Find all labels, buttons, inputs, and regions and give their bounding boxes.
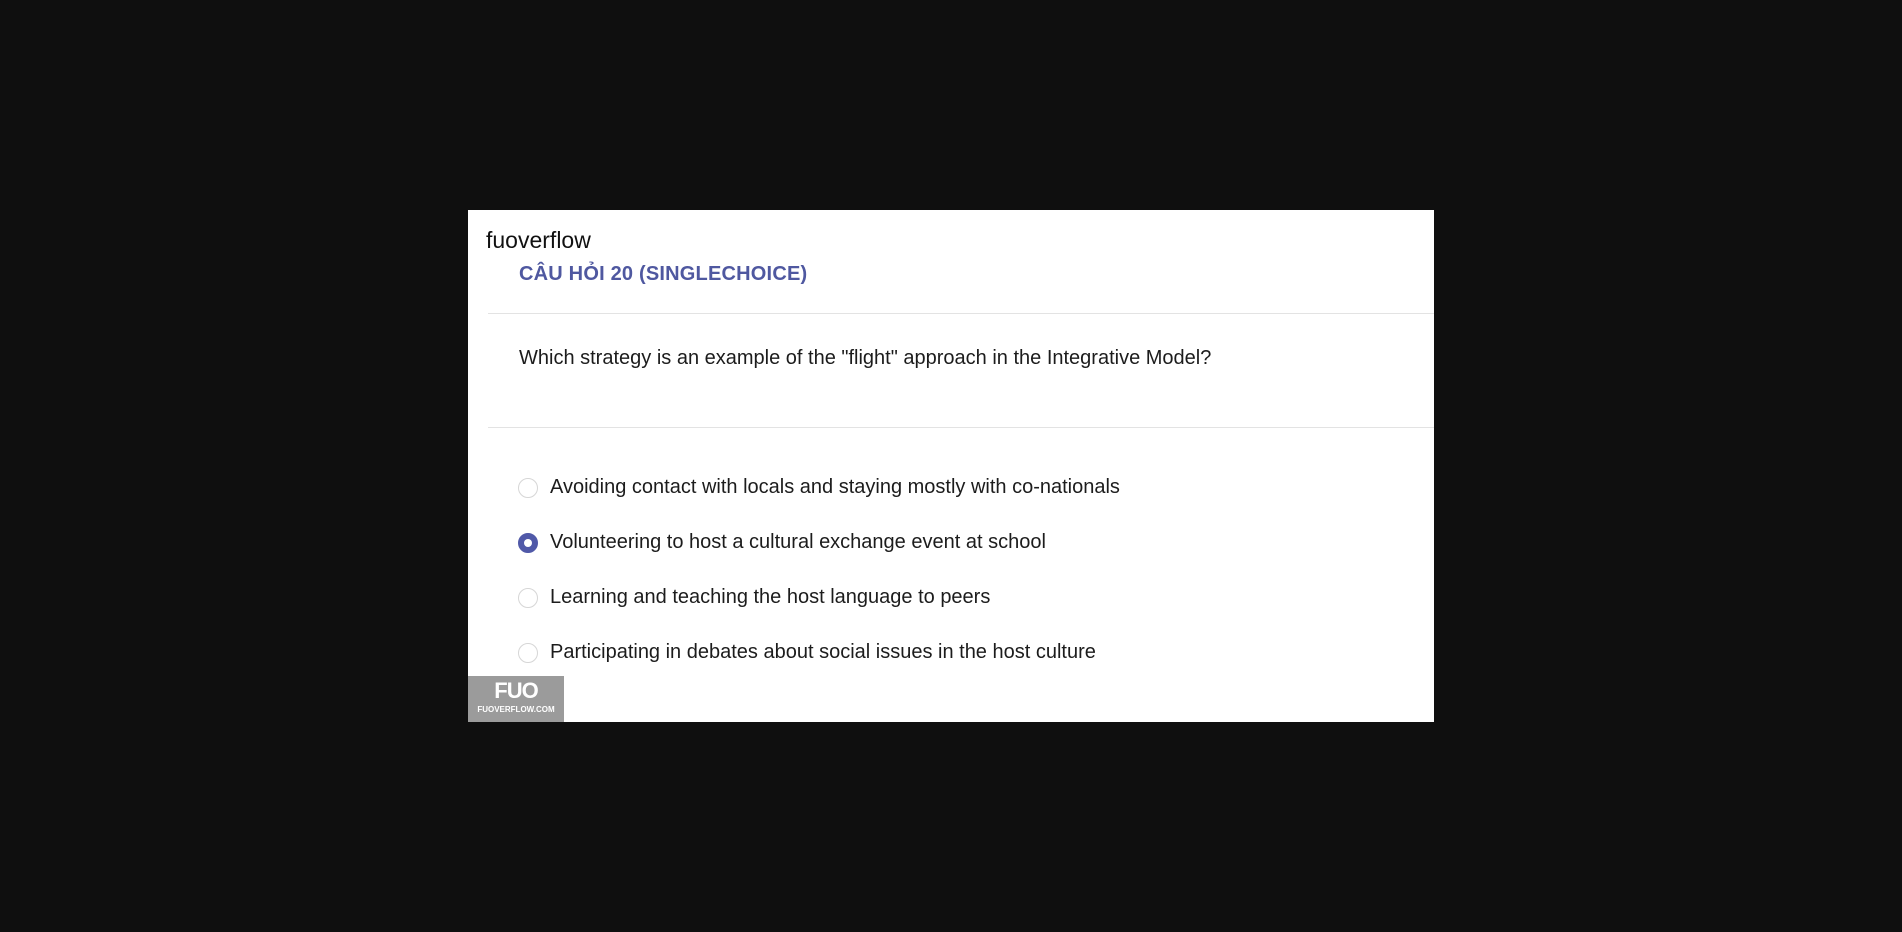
- answer-option-label: Volunteering to host a cultural exchange…: [550, 531, 1046, 553]
- answer-options: Avoiding contact with locals and staying…: [518, 460, 1398, 680]
- answer-option-label: Learning and teaching the host language …: [550, 586, 991, 608]
- watermark-logo-text: FUO: [494, 678, 538, 703]
- answer-option-label: Avoiding contact with locals and staying…: [550, 476, 1120, 498]
- radio-button[interactable]: [518, 532, 538, 553]
- watermark-logo: FUO FUOVERFLOW.COM: [468, 676, 564, 722]
- answer-option[interactable]: Learning and teaching the host language …: [518, 570, 1398, 625]
- radio-button[interactable]: [518, 477, 538, 498]
- question-header: CÂU HỎI 20 (SINGLECHOICE): [519, 263, 808, 285]
- site-name: fuoverflow: [486, 227, 591, 253]
- question-divider: [488, 427, 1434, 428]
- radio-button[interactable]: [518, 587, 538, 608]
- answer-option[interactable]: Volunteering to host a cultural exchange…: [518, 515, 1398, 570]
- radio-button[interactable]: [518, 642, 538, 663]
- question-text: Which strategy is an example of the "fli…: [519, 347, 1212, 369]
- question-card: fuoverflow CÂU HỎI 20 (SINGLECHOICE) Whi…: [468, 210, 1434, 722]
- header-divider: [488, 313, 1434, 314]
- answer-option[interactable]: Avoiding contact with locals and staying…: [518, 460, 1398, 515]
- answer-option[interactable]: Participating in debates about social is…: [518, 625, 1398, 680]
- watermark-url: FUOVERFLOW.COM: [477, 705, 555, 714]
- answer-option-label: Participating in debates about social is…: [550, 641, 1096, 663]
